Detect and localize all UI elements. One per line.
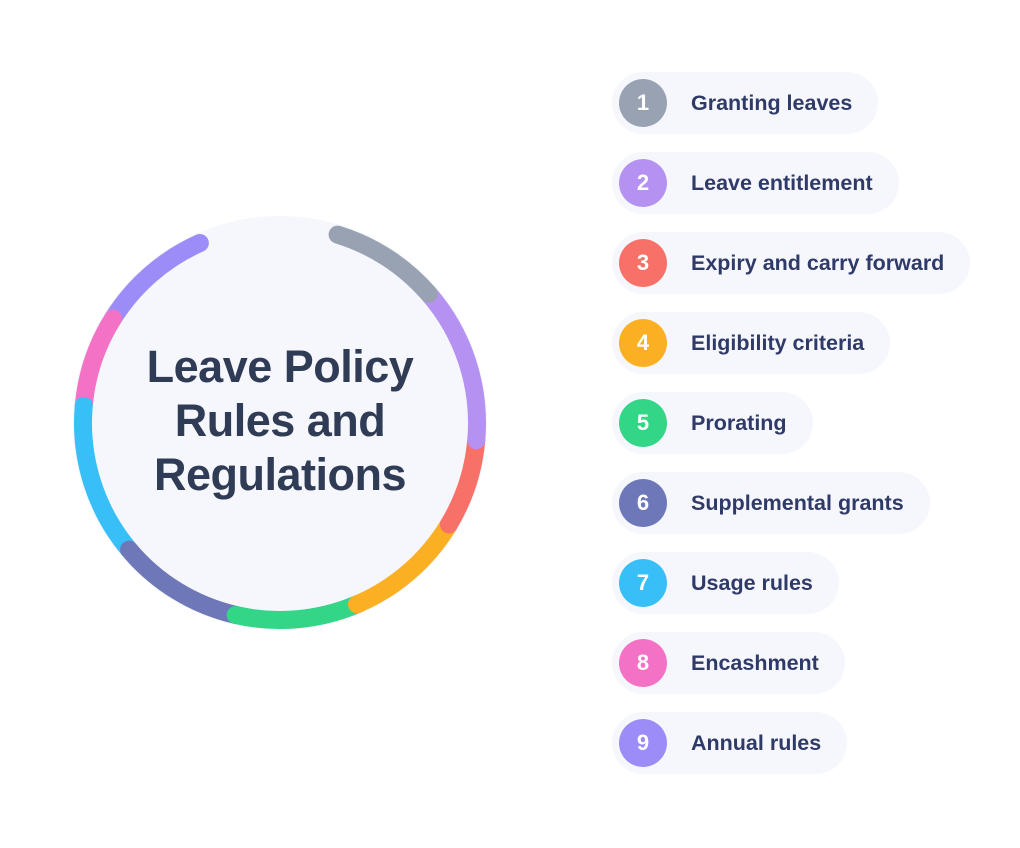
center-title: Leave Policy Rules and Regulations	[80, 340, 480, 502]
item-label: Prorating	[691, 410, 787, 435]
item-label: Leave entitlement	[691, 170, 873, 195]
list-item: 5 Prorating	[612, 392, 813, 454]
title-line-1: Leave Policy	[146, 341, 414, 392]
item-label: Encashment	[691, 650, 819, 675]
title-line-3: Regulations	[153, 449, 407, 500]
number-badge: 9	[619, 719, 667, 767]
number-badge: 5	[619, 399, 667, 447]
number-badge: 2	[619, 159, 667, 207]
list-item: 9 Annual rules	[612, 712, 848, 774]
list-item: 8 Encashment	[612, 632, 845, 694]
list-item: 1 Granting leaves	[612, 72, 879, 134]
list-item: 7 Usage rules	[612, 552, 839, 614]
item-label: Supplemental grants	[691, 490, 904, 515]
number-badge: 6	[619, 479, 667, 527]
number-badge: 4	[619, 319, 667, 367]
number-badge: 1	[619, 79, 667, 127]
item-label: Annual rules	[691, 730, 822, 755]
item-label: Granting leaves	[691, 90, 853, 115]
list-item: 2 Leave entitlement	[612, 152, 899, 214]
item-label: Eligibility criteria	[691, 330, 865, 355]
item-label: Expiry and carry forward	[691, 250, 945, 275]
list-item: 6 Supplemental grants	[612, 472, 930, 534]
title-line-2: Rules and	[174, 395, 386, 446]
list-item: 3 Expiry and carry forward	[612, 232, 971, 294]
list-item: 4 Eligibility criteria	[612, 312, 891, 374]
item-label: Usage rules	[691, 570, 813, 595]
number-badge: 8	[619, 639, 667, 687]
number-badge: 3	[619, 239, 667, 287]
number-badge: 7	[619, 559, 667, 607]
